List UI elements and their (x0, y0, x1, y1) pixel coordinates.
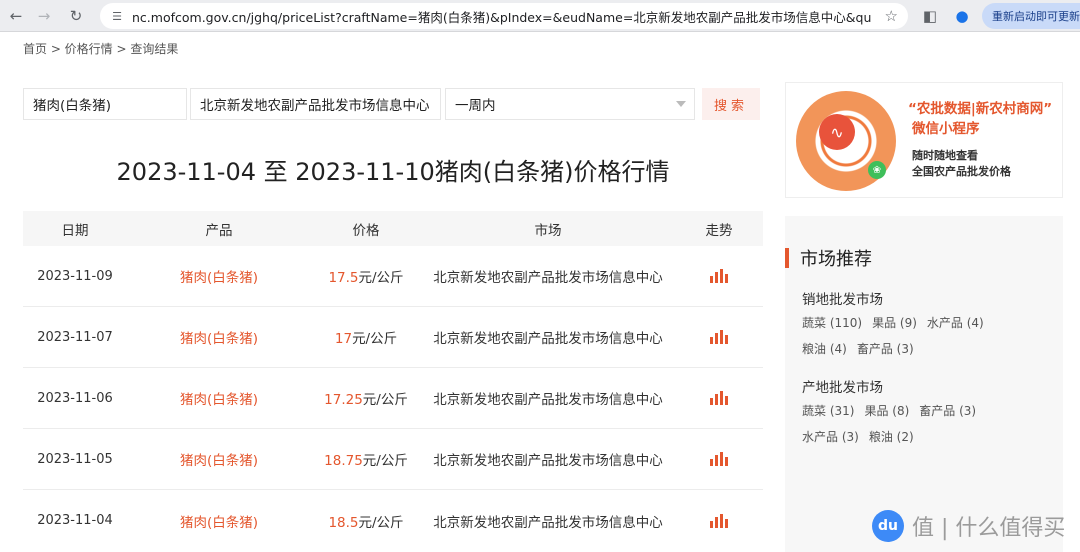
market-recommend-panel: 市场推荐 销地批发市场 蔬菜 (110) 果品 (9) 水产品 (4) 粮油 (4)… (785, 216, 1063, 552)
trend-cell (675, 269, 763, 283)
row-product-link[interactable]: 猪肉(白条猪) (127, 266, 311, 286)
row-date: 2023-11-04 (37, 513, 113, 528)
trend-chart-icon[interactable] (710, 452, 728, 466)
table-row: 2023-11-04 猪肉(白条猪) 18.5元/公斤 北京新发地农副产品批发市… (23, 490, 763, 551)
update-button[interactable]: 重新启动即可更新 (982, 3, 1080, 29)
tag-link[interactable]: 蔬菜 (31) (802, 404, 854, 418)
watermark: du 值 | 什么值得买 (872, 506, 1072, 546)
header-price: 价格 (352, 222, 380, 239)
table-header: 日期 产品 价格 市场 走势 (23, 211, 763, 246)
tag-link[interactable]: 粮油 (2) (869, 430, 914, 444)
period-value: 一周内 (455, 98, 496, 114)
price-value: 17.25 (324, 392, 363, 408)
price-unit: 元/公斤 (358, 270, 404, 286)
trend-cell (675, 330, 763, 344)
row-date: 2023-11-06 (37, 390, 113, 406)
product-input[interactable]: 猪肉(白条猪) (23, 88, 187, 120)
breadcrumb[interactable]: 首页 > 价格行情 > 查询结果 (23, 40, 178, 57)
tag-link[interactable]: 畜产品 (3) (857, 342, 914, 356)
tag-link[interactable]: 果品 (8) (864, 404, 909, 418)
price-unit: 元/公斤 (362, 392, 408, 408)
price-value: 18.5 (328, 514, 359, 531)
row-product-link[interactable]: 猪肉(白条猪) (127, 388, 311, 408)
header-market: 市场 (534, 222, 562, 239)
price-unit: 元/公斤 (358, 514, 404, 531)
tag-link[interactable]: 蔬菜 (110) (802, 316, 862, 330)
row-market-link[interactable]: 北京新发地农副产品批发市场信息中心 (421, 266, 675, 286)
row-product-link[interactable]: 猪肉(白条猪) (127, 449, 311, 469)
table-row: 2023-11-09 猪肉(白条猪) 17.5元/公斤 北京新发地农副产品批发市… (23, 246, 763, 307)
row-date: 2023-11-07 (37, 329, 113, 345)
period-select[interactable]: 一周内 (445, 88, 695, 120)
row-price: 18.5元/公斤 (311, 511, 421, 531)
watermark-logo: du (872, 510, 904, 542)
promo-title: “农批数据|新农村商网” (908, 101, 1053, 117)
recommend-heading: 市场推荐 (785, 248, 872, 270)
row-market-link[interactable]: 北京新发地农副产品批发市场信息中心 (421, 511, 675, 531)
row-price: 17元/公斤 (311, 327, 421, 347)
trend-cell (675, 513, 763, 528)
header-product: 产品 (205, 222, 233, 239)
tag-link[interactable]: 果品 (9) (872, 316, 917, 330)
price-unit: 元/公斤 (362, 453, 408, 469)
tag-link[interactable]: 畜产品 (3) (919, 404, 976, 418)
url-text[interactable]: nc.mofcom.gov.cn/jghq/priceList?craftNam… (132, 7, 872, 26)
trend-chart-icon[interactable] (710, 269, 728, 283)
price-unit: 元/公斤 (352, 331, 398, 347)
promo-text-2: 全国农产品批发价格 (912, 165, 1011, 178)
back-icon[interactable]: ← (4, 4, 28, 28)
mini-program-promo: ∿ ❀ “农批数据|新农村商网” 微信小程序 随时随地查看 全国农产品批发价格 (785, 82, 1063, 198)
table-row: 2023-11-07 猪肉(白条猪) 17元/公斤 北京新发地农副产品批发市场信… (23, 307, 763, 368)
page-title: 2023-11-04 至 2023-11-10猪肉(白条猪)价格行情 (116, 158, 670, 186)
row-product-link[interactable]: 猪肉(白条猪) (127, 327, 311, 347)
price-value: 17 (334, 331, 353, 347)
browser-toolbar: ← → ↻ ☰ nc.mofcom.gov.cn/jghq/priceList?… (0, 0, 1080, 32)
promo-subtitle: 微信小程序 (912, 121, 980, 137)
trend-chart-icon[interactable] (710, 391, 728, 405)
row-market-link[interactable]: 北京新发地农副产品批发市场信息中心 (421, 327, 675, 347)
row-date: 2023-11-09 (37, 268, 113, 284)
trend-cell (675, 452, 763, 466)
recommend-title: 市场推荐 (800, 249, 872, 270)
watermark-text: 值 | 什么值得买 (912, 516, 1066, 541)
pulse-logo-icon: ∿ (819, 114, 855, 150)
sidepanel-icon[interactable]: ◧ (918, 4, 942, 28)
row-product-link[interactable]: 猪肉(白条猪) (127, 511, 311, 531)
site-info-icon[interactable]: ☰ (108, 7, 126, 25)
tag-list-origin: 蔬菜 (31) 果品 (8) 畜产品 (3) 水产品 (3) 粮油 (2) (802, 398, 1052, 450)
tag-list-sales: 蔬菜 (110) 果品 (9) 水产品 (4) 粮油 (4) 畜产品 (3) (802, 310, 1052, 362)
row-price: 18.75元/公斤 (311, 449, 421, 469)
address-bar[interactable]: ☰ nc.mofcom.gov.cn/jghq/priceList?craftN… (100, 3, 908, 29)
profile-icon[interactable]: ● (950, 4, 974, 28)
row-date: 2023-11-05 (37, 451, 113, 467)
tag-link[interactable]: 水产品 (3) (802, 430, 859, 444)
tag-link[interactable]: 粮油 (4) (802, 342, 847, 356)
reload-icon[interactable]: ↻ (64, 4, 88, 28)
tag-link[interactable]: 水产品 (4) (927, 316, 984, 330)
row-price: 17.5元/公斤 (311, 266, 421, 286)
trend-cell (675, 391, 763, 405)
market-input[interactable]: 北京新发地农副产品批发市场信息中心 (190, 88, 441, 120)
trend-chart-icon[interactable] (710, 513, 728, 528)
table-row: 2023-11-06 猪肉(白条猪) 17.25元/公斤 北京新发地农副产品批发… (23, 368, 763, 429)
mini-program-badge-icon: ❀ (868, 161, 886, 179)
heading-accent-bar (785, 248, 789, 268)
chevron-down-icon (676, 101, 686, 107)
price-table: 日期 产品 价格 市场 走势 2023-11-09 猪肉(白条猪) 17.5元/… (23, 211, 763, 551)
forward-icon[interactable]: → (32, 4, 56, 28)
row-market-link[interactable]: 北京新发地农副产品批发市场信息中心 (421, 449, 675, 469)
bookmark-star-icon[interactable]: ☆ (885, 7, 898, 25)
header-trend: 走势 (705, 222, 733, 239)
header-date: 日期 (61, 222, 89, 239)
table-row: 2023-11-05 猪肉(白条猪) 18.75元/公斤 北京新发地农副产品批发… (23, 429, 763, 490)
trend-chart-icon[interactable] (710, 330, 728, 344)
search-button[interactable]: 搜索 (702, 88, 760, 120)
row-market-link[interactable]: 北京新发地农副产品批发市场信息中心 (421, 388, 675, 408)
promo-text-1: 随时随地查看 (912, 149, 978, 162)
row-price: 17.25元/公斤 (311, 388, 421, 408)
price-value: 17.5 (328, 270, 359, 286)
price-value: 18.75 (324, 453, 363, 469)
group-title-origin: 产地批发市场 (802, 380, 883, 396)
group-title-sales: 销地批发市场 (802, 292, 883, 308)
